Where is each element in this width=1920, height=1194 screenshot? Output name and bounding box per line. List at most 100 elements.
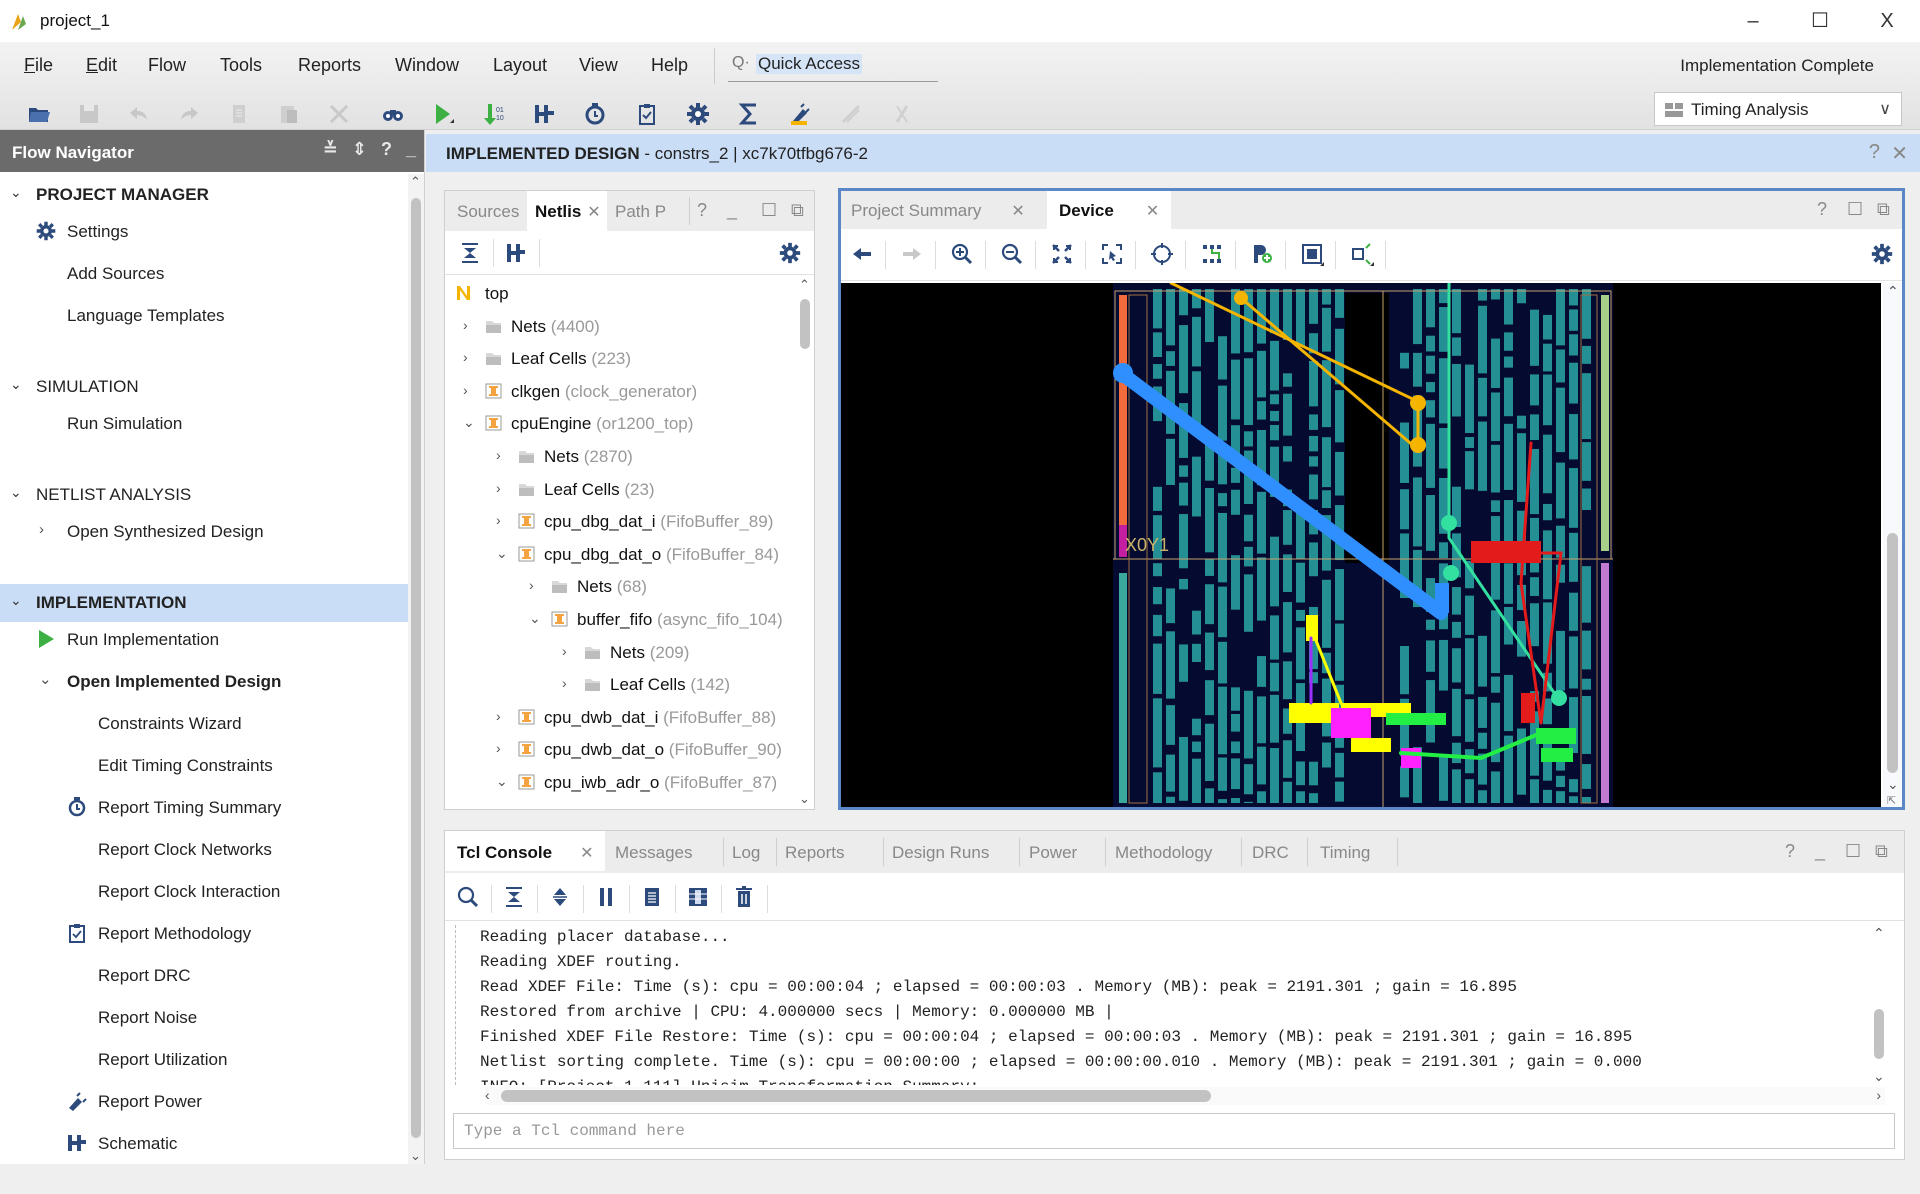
scroll-down-icon[interactable]: ⌄: [1887, 776, 1899, 793]
menu-edit[interactable]: Edit: [86, 55, 117, 76]
menu-view[interactable]: View: [579, 55, 618, 76]
show-connections-button[interactable]: [1347, 240, 1377, 268]
close-window-button[interactable]: X: [1862, 6, 1912, 36]
scrollbar-thumb[interactable]: [800, 299, 810, 349]
chevron-right-icon[interactable]: ›: [463, 349, 477, 365]
minimize-icon[interactable]: _: [727, 200, 737, 221]
delete-button[interactable]: [322, 98, 356, 130]
chevron-down-icon[interactable]: ⌄: [496, 545, 510, 562]
scroll-up-icon[interactable]: ⌃: [1873, 925, 1885, 942]
expand-all-icon[interactable]: ⇕: [352, 139, 367, 160]
tab-tcl-console[interactable]: Tcl Console ✕: [445, 831, 605, 871]
tab-reports[interactable]: Reports: [785, 831, 845, 871]
back-button[interactable]: [847, 240, 877, 268]
pause-output-button[interactable]: [591, 883, 621, 911]
chevron-right-icon[interactable]: ›: [496, 512, 510, 528]
minimize-panel-icon[interactable]: _: [406, 139, 416, 160]
redo-button[interactable]: [172, 98, 206, 130]
scrollbar-thumb[interactable]: [1874, 1009, 1884, 1059]
close-tab-icon[interactable]: ✕: [1146, 203, 1159, 220]
help-icon[interactable]: ?: [381, 139, 392, 160]
tab-netlist[interactable]: Netlis ✕: [527, 191, 607, 231]
route-button[interactable]: [1197, 240, 1227, 268]
minimize-button[interactable]: –: [1728, 6, 1778, 36]
search-button[interactable]: [453, 883, 483, 911]
scroll-down-icon[interactable]: ⌄: [410, 1148, 421, 1164]
scroll-up-icon[interactable]: ⌃: [1887, 283, 1899, 300]
menu-layout[interactable]: Layout: [493, 55, 547, 76]
schematic-button[interactable]: [527, 98, 561, 130]
collapse-all-button[interactable]: [499, 883, 529, 911]
tab-log[interactable]: Log: [732, 831, 760, 871]
help-icon[interactable]: ?: [1869, 141, 1880, 164]
collapse-all-icon[interactable]: ≚: [323, 139, 338, 160]
zoom-selection-button[interactable]: [1097, 240, 1127, 268]
undo-button[interactable]: [122, 98, 156, 130]
tab-methodology[interactable]: Methodology: [1115, 831, 1212, 871]
netlist-scrollbar[interactable]: ⌃ ⌄: [797, 277, 813, 807]
chevron-right-icon[interactable]: ›: [562, 643, 576, 659]
minimize-icon[interactable]: _: [1815, 841, 1825, 862]
quick-access-search[interactable]: Q· Quick Access: [728, 50, 938, 82]
menu-reports[interactable]: Reports: [298, 55, 361, 76]
chevron-down-icon[interactable]: ⌄: [529, 610, 543, 627]
menu-tools[interactable]: Tools: [220, 55, 262, 76]
close-tab-icon[interactable]: ✕: [1011, 203, 1024, 220]
open-project-button[interactable]: [22, 98, 56, 130]
nav-section-simulation[interactable]: ⌄ SIMULATION: [0, 368, 408, 406]
timing-summary-button[interactable]: [578, 98, 612, 130]
scroll-left-icon[interactable]: ‹: [485, 1087, 490, 1103]
scroll-up-icon[interactable]: ⌃: [410, 174, 421, 190]
paste-button[interactable]: [272, 98, 306, 130]
tab-project-summary[interactable]: Project Summary ✕: [851, 191, 1025, 231]
schematic-button[interactable]: [501, 239, 531, 267]
tab-device[interactable]: Device ✕: [1047, 191, 1171, 231]
scroll-down-icon[interactable]: ⌄: [799, 791, 810, 807]
zoom-in-button[interactable]: [947, 240, 977, 268]
chevron-right-icon[interactable]: ›: [496, 447, 510, 463]
report-power-button[interactable]: [783, 98, 817, 130]
device-view-canvas[interactable]: X0Y1: [841, 283, 1881, 807]
tab-timing[interactable]: Timing: [1320, 831, 1370, 871]
scrollbar-thumb[interactable]: [411, 198, 421, 1138]
chevron-right-icon[interactable]: ›: [529, 577, 543, 593]
menu-flow[interactable]: Flow: [148, 55, 186, 76]
show-pblocks-button[interactable]: [1297, 240, 1327, 268]
chevron-right-icon[interactable]: ›: [496, 480, 510, 496]
find-button[interactable]: [376, 98, 410, 130]
tab-power[interactable]: Power: [1029, 831, 1077, 871]
close-tab-icon[interactable]: ✕: [587, 204, 600, 221]
float-icon[interactable]: ⧉: [791, 200, 804, 221]
flow-navigator-scrollbar[interactable]: ⌃ ⌄: [408, 174, 424, 1164]
menu-help[interactable]: Help: [651, 55, 688, 76]
save-button[interactable]: [72, 98, 106, 130]
chevron-down-icon[interactable]: ⌄: [496, 773, 510, 790]
auto-fit-selection-button[interactable]: [1147, 240, 1177, 268]
help-icon[interactable]: ?: [697, 200, 707, 221]
help-icon[interactable]: ?: [1817, 199, 1827, 220]
chevron-right-icon[interactable]: ›: [496, 708, 510, 724]
tab-sources[interactable]: Sources: [457, 191, 519, 231]
nav-section-project-manager[interactable]: ⌄ PROJECT MANAGER: [0, 176, 408, 214]
settings-button[interactable]: [681, 98, 715, 130]
close-icon[interactable]: ✕: [1891, 141, 1908, 166]
console-vertical-scrollbar[interactable]: ⌃ ⌄: [1870, 925, 1888, 1085]
auto-connect-button[interactable]: [834, 98, 868, 130]
chevron-right-icon[interactable]: ›: [463, 317, 477, 333]
place-ports-button[interactable]: [1247, 240, 1277, 268]
netlist-settings-button[interactable]: [775, 239, 805, 267]
disconnect-button[interactable]: [885, 98, 919, 130]
tcl-command-input[interactable]: [453, 1113, 1895, 1149]
tab-path-properties[interactable]: Path P: [615, 191, 666, 231]
copy-button[interactable]: [637, 883, 667, 911]
menu-window[interactable]: Window: [395, 55, 459, 76]
float-icon[interactable]: ⧉: [1875, 841, 1888, 862]
columns-button[interactable]: [683, 883, 713, 911]
maximize-icon[interactable]: ☐: [1845, 841, 1861, 862]
tab-design-runs[interactable]: Design Runs: [892, 831, 989, 871]
clear-console-button[interactable]: [729, 883, 759, 911]
chevron-down-icon[interactable]: ⌄: [463, 414, 477, 431]
chevron-right-icon[interactable]: ›: [562, 675, 576, 691]
tab-messages[interactable]: Messages: [615, 831, 692, 871]
float-icon[interactable]: ⧉: [1877, 199, 1890, 220]
